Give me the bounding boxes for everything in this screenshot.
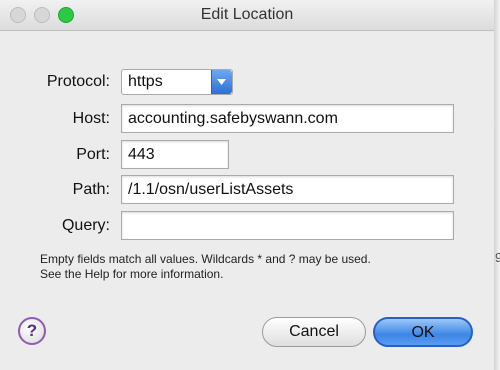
host-field[interactable]: accounting.safebyswann.com	[121, 104, 454, 133]
chevron-down-icon[interactable]	[211, 70, 232, 94]
edit-location-dialog: Edit Location Protocol: https Host: acco…	[0, 0, 494, 370]
hint-line-1: Empty fields match all values. Wildcards…	[40, 252, 371, 266]
protocol-select[interactable]: https	[121, 69, 233, 95]
path-label: Path:	[72, 181, 110, 198]
host-label: Host:	[72, 110, 110, 127]
help-hint-text: Empty fields match all values. Wildcards…	[40, 252, 371, 282]
query-field[interactable]	[121, 211, 454, 240]
port-label: Port:	[76, 146, 110, 163]
ok-button[interactable]: OK	[373, 317, 473, 347]
protocol-label: Protocol:	[46, 73, 110, 90]
hint-line-2: See the Help for more information.	[40, 267, 224, 281]
path-field[interactable]: /1.1/osn/userListAssets	[121, 175, 454, 204]
dialog-title: Edit Location	[200, 6, 294, 23]
help-icon[interactable]: ?	[18, 317, 46, 345]
background-window-text: 9	[495, 250, 500, 265]
port-field[interactable]: 443	[121, 140, 229, 169]
title-bar: Edit Location	[0, 0, 494, 31]
background-window-edge	[494, 0, 500, 370]
cancel-button[interactable]: Cancel	[262, 317, 366, 347]
protocol-select-value: https	[128, 73, 163, 90]
query-label: Query:	[61, 217, 110, 234]
